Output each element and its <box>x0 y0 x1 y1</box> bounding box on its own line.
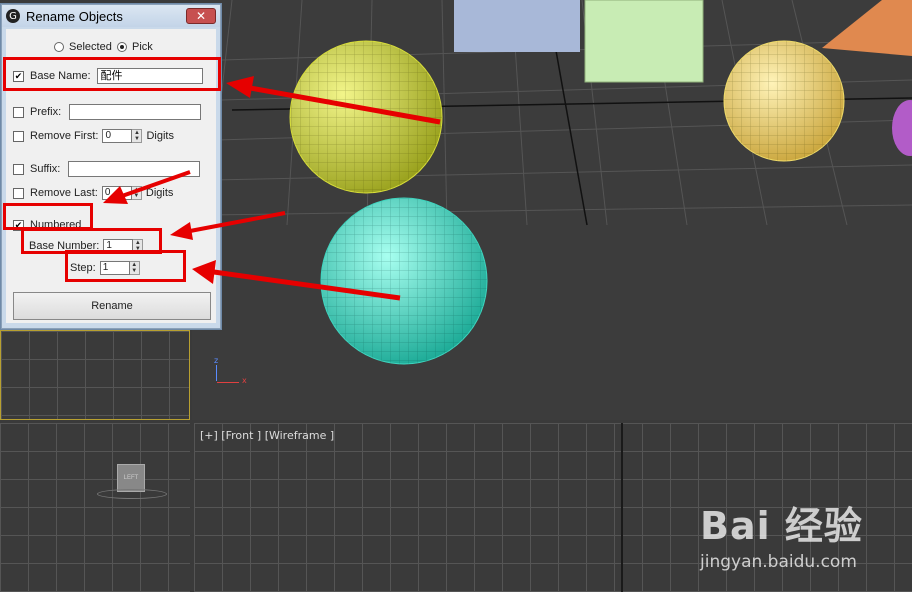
watermark-brand: Bai 经验 <box>700 504 863 548</box>
watermark: Bai 经验 jingyan.baidu.com <box>700 495 863 572</box>
watermark-url: jingyan.baidu.com <box>700 552 857 572</box>
app-stage: LEFT [+] [Front ] [Wireframe ] z x G Ren… <box>0 0 912 592</box>
